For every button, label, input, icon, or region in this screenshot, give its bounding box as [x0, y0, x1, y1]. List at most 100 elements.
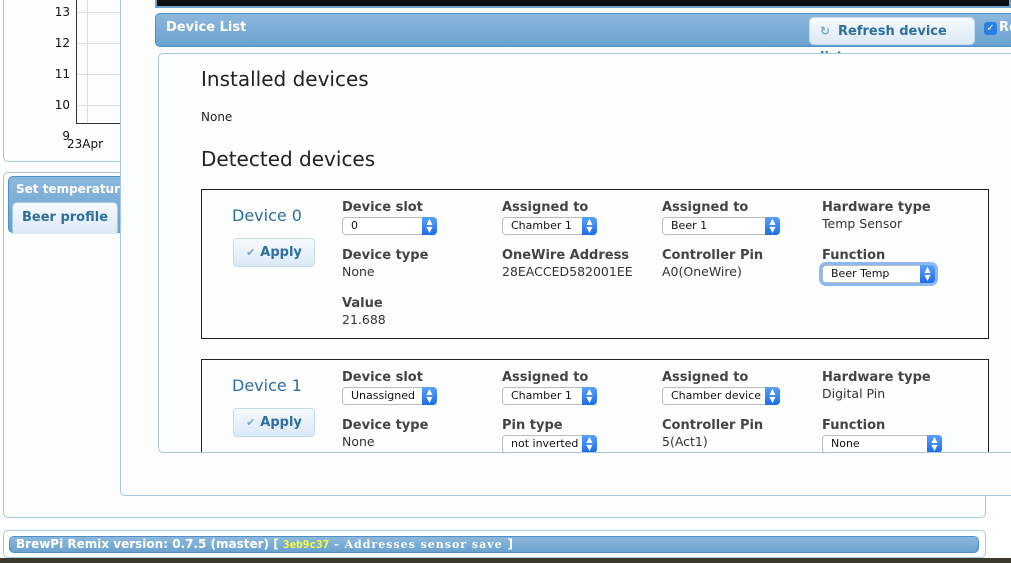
field-label: Controller Pin	[662, 418, 764, 433]
select-value: not inverted	[511, 437, 579, 450]
y-tick-label: 10	[54, 98, 70, 112]
select-arrows-icon: ▲ ▼	[422, 387, 437, 405]
apply-button[interactable]: ✔ Apply	[233, 408, 315, 437]
device-list-content[interactable]: Installed devices None Detected devices …	[158, 53, 1011, 453]
assigned-chamber-field: Assigned to Chamber 1 ▲ ▼	[502, 370, 597, 405]
device-slot-field: Device slot 0 ▲ ▼	[342, 200, 437, 235]
dialog-title: Device List	[166, 20, 247, 35]
select-arrows-icon: ▲ ▼	[765, 387, 780, 405]
commit-message: - Addresses sensor save	[329, 538, 508, 551]
hardware-type-value: Temp Sensor	[822, 216, 903, 231]
installed-devices-value: None	[201, 110, 233, 124]
field-label: OneWire Address	[502, 248, 630, 263]
apply-label: Apply	[260, 415, 302, 430]
field-label: Function	[822, 418, 886, 433]
select-arrows-icon: ▲ ▼	[422, 217, 437, 235]
field-label: Pin type	[502, 418, 563, 433]
y-tick-label: 11	[54, 67, 70, 81]
field-label: Assigned to	[502, 200, 589, 215]
device-type-field: Device type None	[342, 418, 428, 449]
field-label: Value	[342, 296, 383, 311]
refresh-icon: ↻	[820, 24, 831, 38]
select-value: Chamber 1	[511, 389, 572, 402]
device-type-field: Device type None	[342, 248, 428, 279]
set-temperature-title: Set temperature	[16, 182, 129, 196]
field-label: Function	[822, 248, 886, 263]
assigned-device-select[interactable]: Chamber device ▲ ▼	[662, 387, 780, 405]
field-label: Device type	[342, 248, 429, 263]
y-tick-label: 9	[62, 129, 70, 143]
select-arrows-icon: ▲ ▼	[582, 387, 597, 405]
version-bar: BrewPi Remix version: 0.7.5 (master) [ 3…	[9, 536, 979, 553]
function-select[interactable]: None ▲ ▼	[822, 435, 942, 452]
desktop-background-strip	[0, 558, 1011, 563]
apply-button[interactable]: ✔ Apply	[233, 238, 315, 267]
y-tick-label: 13	[54, 5, 70, 19]
select-value: None	[831, 437, 860, 450]
assigned-device-field: Assigned to Chamber device ▲ ▼	[662, 370, 780, 405]
select-arrows-icon: ▲ ▼	[927, 435, 942, 452]
check-icon: ✔	[246, 246, 256, 259]
select-value: Chamber device	[671, 389, 762, 402]
function-field: Function Beer Temp ▲ ▼	[822, 248, 935, 283]
hardware-type-field: Hardware type Digital Pin	[822, 370, 931, 401]
select-arrows-icon: ▲ ▼	[582, 435, 597, 452]
field-label: Device type	[342, 418, 429, 433]
device-slot-select[interactable]: 0 ▲ ▼	[342, 217, 437, 235]
pin-type-field: Pin type not inverted ▲ ▼	[502, 418, 597, 452]
onewire-address-field: OneWire Address 28EACCED582001EE	[502, 248, 633, 279]
select-value: 0	[351, 219, 358, 232]
assigned-chamber-select[interactable]: Chamber 1 ▲ ▼	[502, 217, 597, 235]
select-arrows-icon: ▲ ▼	[582, 217, 597, 235]
commit-hash: 3eb9c37	[282, 538, 330, 551]
footer-panel: BrewPi Remix version: 0.7.5 (master) [ 3…	[3, 530, 986, 558]
refresh-device-list-button[interactable]: ↻Refresh device list	[809, 17, 975, 65]
assigned-chamber-select[interactable]: Chamber 1 ▲ ▼	[502, 387, 597, 405]
field-label: Device slot	[342, 370, 423, 385]
controller-pin-value: A0(OneWire)	[662, 264, 742, 279]
select-arrows-icon: ▲ ▼	[765, 217, 780, 235]
controller-pin-field: Controller Pin A0(OneWire)	[662, 248, 763, 279]
x-tick-label: 23Apr	[67, 137, 104, 151]
field-label: Hardware type	[822, 370, 931, 385]
device-name: Device 1	[232, 376, 302, 395]
select-value: Unassigned	[351, 389, 415, 402]
auto-refresh-checkbox[interactable]: ✓	[984, 22, 997, 35]
value-field: Value 21.688	[342, 296, 386, 327]
detected-devices-heading: Detected devices	[201, 147, 376, 171]
pin-type-select[interactable]: not inverted ▲ ▼	[502, 435, 597, 452]
select-value: Beer Temp	[831, 267, 890, 280]
function-field: Function None ▲ ▼	[822, 418, 942, 452]
select-value: Beer 1	[671, 219, 708, 232]
dialog-titlebar: Device List ↻Refresh device list ✓ Re	[155, 13, 1011, 65]
dialog-top-bar	[155, 0, 1011, 8]
auto-refresh-label: Re	[999, 20, 1011, 35]
device-type-value: None	[342, 434, 375, 449]
device-slot-select[interactable]: Unassigned ▲ ▼	[342, 387, 437, 405]
hardware-type-field: Hardware type Temp Sensor	[822, 200, 931, 231]
apply-label: Apply	[260, 245, 302, 260]
assigned-beer-field: Assigned to Beer 1 ▲ ▼	[662, 200, 780, 235]
function-select[interactable]: Beer Temp ▲ ▼	[822, 265, 935, 283]
device-slot-field: Device slot Unassigned ▲ ▼	[342, 370, 437, 405]
tab-beer-profile[interactable]: Beer profile	[12, 202, 118, 234]
device-card: Device 1 ✔ Apply Device slot Unassigned ▲ ▼…	[201, 359, 989, 452]
field-label: Assigned to	[502, 370, 589, 385]
installed-devices-heading: Installed devices	[201, 67, 369, 91]
field-label: Assigned to	[662, 370, 749, 385]
controller-pin-value: 5(Act1)	[662, 434, 708, 449]
device-name: Device 0	[232, 206, 302, 225]
onewire-address-value: 28EACCED582001EE	[502, 264, 633, 279]
field-label: Hardware type	[822, 200, 931, 215]
device-card: Device 0 ✔ Apply Device slot 0 ▲ ▼ Assigned…	[201, 189, 989, 339]
version-close-bracket: ]	[507, 537, 513, 551]
field-label: Controller Pin	[662, 248, 764, 263]
assigned-chamber-field: Assigned to Chamber 1 ▲ ▼	[502, 200, 597, 235]
controller-pin-field: Controller Pin 5(Act1)	[662, 418, 763, 449]
assigned-beer-select[interactable]: Beer 1 ▲ ▼	[662, 217, 780, 235]
field-label: Assigned to	[662, 200, 749, 215]
y-tick-label: 12	[54, 36, 70, 50]
check-icon: ✔	[246, 416, 256, 429]
field-label: Device slot	[342, 200, 423, 215]
version-text: BrewPi Remix version: 0.7.5 (master) [	[16, 537, 283, 551]
